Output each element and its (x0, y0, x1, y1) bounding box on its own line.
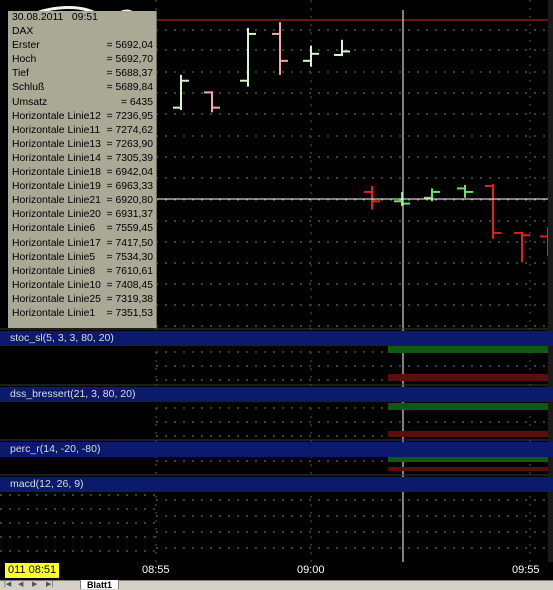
time-tick: 08:55 (142, 564, 170, 576)
perc-signal-green (388, 457, 553, 462)
time-axis: 08:55 09:00 09:55 (0, 562, 553, 580)
info-label: Horizontale Linie1 (12, 307, 96, 319)
data-info-box: 30.08.2011 09:51 DAX Erster = 5692,04 Hoch… (8, 11, 157, 328)
last-sheet-icon[interactable]: ▶| (46, 581, 56, 588)
info-value: = 7274,62 (106, 124, 153, 136)
info-label: Schluß (12, 82, 45, 94)
info-label: Horizontale Linie11 (12, 124, 101, 136)
perc-signal-red (388, 467, 553, 471)
info-label: Horizontale Linie12 (12, 110, 101, 122)
info-value: = 5688,37 (106, 68, 153, 80)
info-row: Horizontale Linie6 = 7559,45 (8, 222, 156, 236)
info-row: Horizontale Linie19 = 6963,33 (8, 180, 156, 194)
info-value: = 7610,61 (106, 265, 153, 277)
info-row: Horizontale Linie12 = 7236,95 (8, 110, 156, 124)
panel-label-dss[interactable]: dss_bressert(21, 3, 80, 20) (0, 387, 553, 402)
info-row: Schluß = 5689,84 (8, 81, 156, 95)
first-sheet-icon[interactable]: |◀ (4, 581, 14, 588)
info-time: 09:51 (71, 12, 98, 23)
info-symbol: DAX (12, 26, 34, 38)
info-row: Horizontale Linie25 = 7319,38 (8, 293, 156, 307)
info-row: Horizontale Linie21 = 6920,80 (8, 194, 156, 208)
info-label: Horizontale Linie13 (12, 138, 101, 150)
info-label: Erster (12, 40, 40, 52)
info-value: = 7263,90 (106, 138, 153, 150)
info-label: Horizontale Linie20 (12, 209, 101, 221)
info-value: = 7319,38 (106, 293, 153, 305)
info-value: = 6963,33 (106, 181, 153, 193)
info-row: Tief = 5688,37 (8, 67, 156, 81)
info-date: 30.08.2011 (12, 12, 64, 23)
info-datetime: 30.08.2011 09:51 (8, 11, 156, 25)
info-label: Horizontale Linie25 (12, 293, 101, 305)
info-row: Umsatz = 6435 (8, 96, 156, 110)
info-label: Horizontale Linie21 (12, 195, 101, 207)
info-label: Hoch (12, 54, 37, 66)
info-label: Horizontale Linie8 (12, 265, 96, 277)
info-value: = 6942,04 (106, 167, 153, 179)
info-value: = 7534,30 (106, 251, 153, 263)
info-row: Horizontale Linie14 = 7305,39 (8, 152, 156, 166)
info-label: Horizontale Linie10 (12, 279, 101, 291)
prev-sheet-icon[interactable]: ◀ (18, 581, 28, 588)
panel-label-macd[interactable]: macd(12, 26, 9) (0, 477, 553, 492)
info-row: Horizontale Linie20 = 6931,37 (8, 208, 156, 222)
info-row: Horizontale Linie18 = 6942,04 (8, 166, 156, 180)
info-value: = 5689,84 (106, 82, 153, 94)
time-tick: 09:00 (297, 564, 325, 576)
info-label: Horizontale Linie14 (12, 152, 101, 164)
dss-signal-red (388, 431, 553, 437)
info-value: = 7559,45 (106, 223, 153, 235)
info-value: = 7351,53 (106, 307, 153, 319)
info-label: Horizontale Linie19 (12, 181, 101, 193)
time-tick: 09:55 (512, 564, 540, 576)
info-row: Horizontale Linie10 = 7408,45 (8, 279, 156, 293)
info-label: Horizontale Linie17 (12, 237, 101, 249)
info-value: = 7236,95 (106, 110, 153, 122)
info-value: = 7305,39 (106, 152, 153, 164)
panel-label-stoc[interactable]: stoc_sl(5, 3, 3, 80, 20) (0, 331, 553, 346)
info-label: Horizontale Linie5 (12, 251, 96, 263)
time-cursor-label: 011 08:51 (5, 563, 60, 578)
info-label: Umsatz (12, 96, 48, 108)
info-value: = 6435 (120, 96, 153, 108)
next-sheet-icon[interactable]: ▶ (32, 581, 42, 588)
info-row: Erster = 5692,04 (8, 39, 156, 53)
info-value: = 6920,80 (106, 195, 153, 207)
info-row: Hoch = 5692,70 (8, 53, 156, 67)
info-row: Horizontale Linie13 = 7263,90 (8, 138, 156, 152)
stoc-signal-red (388, 374, 553, 381)
stoc-signal-green (388, 346, 553, 353)
info-value: = 7408,45 (106, 279, 153, 291)
info-row: Horizontale Linie1 = 7351,53 (8, 307, 156, 321)
info-label: Horizontale Linie18 (12, 167, 101, 179)
info-value: = 6931,37 (106, 209, 153, 221)
dss-signal-green (388, 403, 553, 410)
info-value: = 7417,50 (106, 237, 153, 249)
info-label: Tief (12, 68, 29, 80)
info-row: Horizontale Linie8 = 7610,61 (8, 265, 156, 279)
info-value: = 5692,70 (106, 54, 153, 66)
panel-label-perc[interactable]: perc_r(14, -20, -80) (0, 442, 553, 457)
sheet-tab[interactable]: Blatt1 (80, 580, 120, 589)
info-value: = 5692,04 (106, 40, 153, 52)
info-label: Horizontale Linie6 (12, 223, 96, 235)
info-row: Horizontale Linie11 = 7274,62 (8, 124, 156, 138)
info-row: Horizontale Linie5 = 7534,30 (8, 251, 156, 265)
info-row: Horizontale Linie17 = 7417,50 (8, 237, 156, 251)
